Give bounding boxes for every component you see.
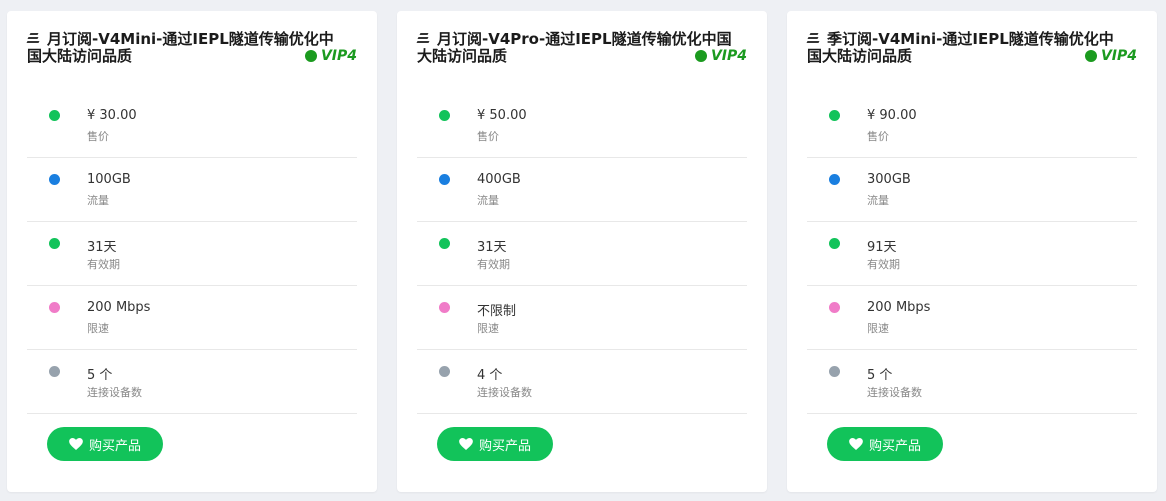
attribute-label: 流量 — [87, 194, 109, 207]
attribute-label: 连接设备数 — [87, 386, 142, 399]
product-attributes: ¥ 50.00 售价 400GB 流量 31天有效期 不限制限速 4 个连接设备数 — [417, 94, 747, 414]
bullet-icon — [49, 238, 60, 249]
card-header: 月订阅-V4Pro-通过IEPL隧道传输优化中国大陆访问品质 VIP4 — [416, 30, 749, 71]
product-card: 月订阅-V4Pro-通过IEPL隧道传输优化中国大陆访问品质 VIP4 ¥ 50… — [397, 11, 767, 492]
vip-dot-icon — [1084, 50, 1097, 62]
vip-dot-icon — [694, 50, 707, 62]
product-card: 月订阅-V4Mini-通过IEPL隧道传输优化中国大陆访问品质 VIP4 ¥ 3… — [7, 11, 377, 492]
vip-dot-icon — [304, 50, 317, 62]
attribute-value: ¥ 30.00 — [87, 108, 137, 123]
vip-badge: VIP4 — [304, 48, 357, 64]
attribute-row-price: ¥ 50.00 售价 — [417, 94, 747, 158]
attribute-row-traffic: 300GB 流量 — [807, 158, 1137, 222]
attribute-label: 连接设备数 — [867, 386, 922, 399]
buy-product-label: 购买产品 — [478, 438, 531, 454]
product-title-text: 月订阅-V4Mini-通过IEPL隧道传输优化中国大陆访问品质 — [27, 30, 334, 65]
attribute-label: 有效期 — [87, 258, 120, 271]
attribute-value: 5 个 — [867, 368, 893, 383]
bullet-icon — [439, 302, 450, 313]
buy-product-label: 购买产品 — [88, 438, 141, 454]
list-icon — [416, 33, 430, 43]
buy-product-button[interactable]: 购买产品 — [827, 427, 943, 461]
attribute-row-devices: 4 个连接设备数 — [417, 350, 747, 414]
attribute-label: 限速 — [477, 322, 499, 335]
attribute-value: ¥ 50.00 — [477, 108, 527, 123]
product-title: 月订阅-V4Pro-通过IEPL隧道传输优化中国大陆访问品质 — [416, 30, 737, 65]
bullet-icon — [439, 110, 450, 121]
vip-badge: VIP4 — [1084, 48, 1137, 64]
attribute-value: 200 Mbps — [87, 300, 151, 315]
vip-label: VIP4 — [320, 48, 357, 64]
bullet-icon — [49, 174, 60, 185]
attribute-row-speed-limit: 200 Mbps 限速 — [807, 286, 1137, 350]
attribute-value: 100GB — [87, 172, 131, 187]
product-title: 月订阅-V4Mini-通过IEPL隧道传输优化中国大陆访问品质 — [26, 30, 347, 65]
product-card: 季订阅-V4Mini-通过IEPL隧道传输优化中国大陆访问品质 VIP4 ¥ 9… — [787, 11, 1157, 492]
attribute-value: 5 个 — [87, 368, 113, 383]
vip-label: VIP4 — [710, 48, 747, 64]
bullet-icon — [829, 366, 840, 377]
buy-product-button[interactable]: 购买产品 — [47, 427, 163, 461]
product-attributes: ¥ 90.00 售价 300GB 流量 91天有效期 200 Mbps 限速 5 个连… — [807, 94, 1137, 414]
attribute-row-price: ¥ 90.00 售价 — [807, 94, 1137, 158]
attribute-row-speed-limit: 不限制 限速 — [417, 286, 747, 350]
heart-icon — [459, 438, 473, 450]
bullet-icon — [439, 238, 450, 249]
attribute-label: 限速 — [87, 322, 109, 335]
attribute-value: 不限制 — [477, 304, 517, 319]
attribute-label: 售价 — [477, 130, 499, 143]
vip-badge: VIP4 — [694, 48, 747, 64]
bullet-icon — [829, 174, 840, 185]
bullet-icon — [49, 110, 60, 121]
product-title-text: 月订阅-V4Pro-通过IEPL隧道传输优化中国大陆访问品质 — [417, 30, 732, 65]
attribute-label: 流量 — [867, 194, 889, 207]
attribute-label: 有效期 — [477, 258, 510, 271]
attribute-value: 400GB — [477, 172, 521, 187]
card-header: 月订阅-V4Mini-通过IEPL隧道传输优化中国大陆访问品质 VIP4 — [26, 30, 359, 71]
card-header: 季订阅-V4Mini-通过IEPL隧道传输优化中国大陆访问品质 VIP4 — [806, 30, 1139, 71]
bullet-icon — [829, 110, 840, 121]
attribute-label: 连接设备数 — [477, 386, 532, 399]
list-icon — [806, 33, 820, 43]
bullet-icon — [439, 366, 450, 377]
bullet-icon — [49, 302, 60, 313]
attribute-row-traffic: 100GB 流量 — [27, 158, 357, 222]
attribute-label: 售价 — [867, 130, 889, 143]
heart-icon — [69, 438, 83, 450]
attribute-value: ¥ 90.00 — [867, 108, 917, 123]
bullet-icon — [439, 174, 450, 185]
heart-icon — [849, 438, 863, 450]
attribute-value: 4 个 — [477, 368, 503, 383]
attribute-label: 有效期 — [867, 258, 900, 271]
attribute-row-price: ¥ 30.00 售价 — [27, 94, 357, 158]
bullet-icon — [829, 302, 840, 313]
attribute-row-speed-limit: 200 Mbps 限速 — [27, 286, 357, 350]
attribute-value: 200 Mbps — [867, 300, 931, 315]
attribute-row-devices: 5 个连接设备数 — [807, 350, 1137, 414]
attribute-value: 91天 — [867, 240, 897, 255]
product-attributes: ¥ 30.00 售价 100GB 流量 31天有效期 200 Mbps 限速 5 个连… — [27, 94, 357, 414]
product-title: 季订阅-V4Mini-通过IEPL隧道传输优化中国大陆访问品质 — [806, 30, 1127, 65]
attribute-label: 售价 — [87, 130, 109, 143]
bullet-icon — [829, 238, 840, 249]
attribute-row-validity: 31天有效期 — [417, 222, 747, 286]
attribute-label: 限速 — [867, 322, 889, 335]
product-title-text: 季订阅-V4Mini-通过IEPL隧道传输优化中国大陆访问品质 — [807, 30, 1114, 65]
attribute-value: 31天 — [87, 240, 117, 255]
attribute-label: 流量 — [477, 194, 499, 207]
vip-label: VIP4 — [1100, 48, 1137, 64]
attribute-value: 31天 — [477, 240, 507, 255]
attribute-row-devices: 5 个连接设备数 — [27, 350, 357, 414]
attribute-row-validity: 91天有效期 — [807, 222, 1137, 286]
attribute-row-validity: 31天有效期 — [27, 222, 357, 286]
bullet-icon — [49, 366, 60, 377]
attribute-value: 300GB — [867, 172, 911, 187]
buy-product-label: 购买产品 — [868, 438, 921, 454]
buy-product-button[interactable]: 购买产品 — [437, 427, 553, 461]
list-icon — [26, 33, 40, 43]
attribute-row-traffic: 400GB 流量 — [417, 158, 747, 222]
